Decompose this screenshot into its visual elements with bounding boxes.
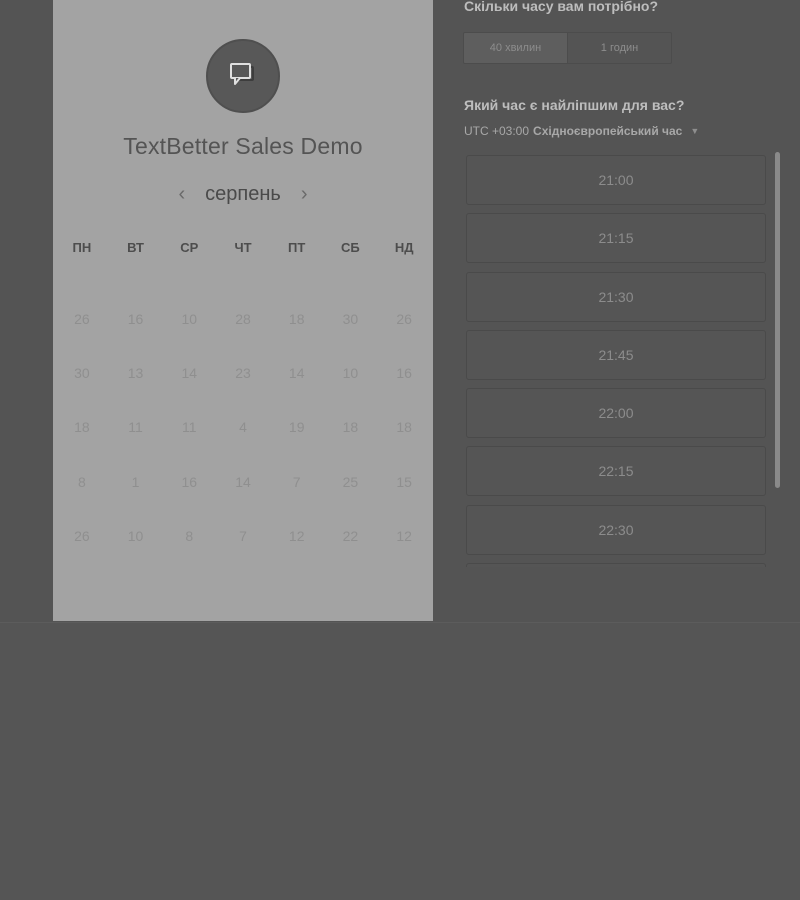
calendar-day: 15	[396, 473, 412, 490]
month-label: серпень	[205, 182, 281, 205]
calendar-day: 12	[396, 527, 412, 544]
calendar-day: 14	[181, 365, 198, 382]
weekday-sun: НД	[394, 240, 414, 255]
calendar-day: 18	[342, 419, 359, 436]
calendar-day: 26	[74, 311, 90, 328]
chat-bubble-icon	[230, 63, 254, 85]
calendar-day: 16	[127, 311, 144, 328]
time-slot[interactable]: 22:15	[466, 446, 766, 497]
calendar-day: 13	[127, 365, 144, 382]
calendar-day: 7	[239, 527, 247, 544]
time-slot[interactable]: 21:45	[466, 329, 766, 380]
calendar-day: 12	[288, 527, 305, 544]
calendar-day: 18	[74, 419, 90, 436]
time-slot[interactable]: 21:00	[466, 155, 766, 205]
calendar-day: 19	[288, 419, 305, 436]
calendar-day: 10	[127, 527, 144, 544]
weekday-fri: ПТ	[288, 240, 306, 255]
calendar-day: 16	[181, 473, 198, 490]
weekday-wed: СР	[180, 240, 199, 255]
weekday-sat: СБ	[341, 240, 360, 255]
timezone-name: Східноєвропейський час	[533, 124, 683, 138]
time-heading: Який час є найліпшим для вас?	[464, 97, 685, 113]
calendar-day: 30	[342, 311, 359, 328]
calendar-day: 10	[181, 311, 198, 328]
timezone-selector[interactable]: UTC +03:00 Східноєвропейський час ▼	[464, 124, 699, 138]
time-slot[interactable]: 22:00	[466, 388, 766, 439]
calendar-day: 4	[239, 419, 247, 436]
time-slot-list: 21:00 21:15 21:30 21:45 22:00 22:15 22:3…	[466, 155, 770, 567]
days-grid: 26 16 10 28 18 30 26 30 13 14 23 14 10 1…	[55, 292, 431, 563]
duration-selector: 40 хвилин 1 годин	[463, 32, 672, 64]
calendar-day: 26	[396, 311, 412, 328]
timezone-offset: UTC +03:00	[464, 124, 530, 138]
time-slot[interactable]: 21:15	[466, 213, 766, 264]
calendar-day: 14	[288, 365, 305, 382]
weekday-mon: ПН	[72, 240, 92, 255]
calendar-day: 23	[235, 365, 251, 382]
page: TextBetter Sales Demo ‹ серпень › ПН ВТ …	[0, 0, 800, 900]
calendar-day: 8	[185, 527, 194, 544]
calendar-day: 16	[396, 365, 412, 382]
booking-panel: Скільки часу вам потрібно? 40 хвилин 1 г…	[433, 0, 800, 621]
month-navigation: ‹ серпень ›	[53, 180, 433, 208]
prev-month-icon[interactable]: ‹	[176, 184, 187, 204]
calendar-day: 26	[74, 527, 90, 544]
weekday-tue: ВТ	[127, 240, 144, 255]
weekday-thu: ЧТ	[234, 240, 252, 255]
calendar-day: 25	[342, 473, 359, 490]
duration-option-40min[interactable]: 40 хвилин	[464, 33, 568, 63]
calendar-day: 7	[292, 473, 301, 490]
calendar-day: 11	[182, 419, 197, 436]
organizer-logo	[206, 39, 280, 113]
duration-heading: Скільки часу вам потрібно?	[464, 0, 659, 14]
calendar-day: 28	[235, 311, 251, 328]
caret-down-icon: ▼	[690, 126, 700, 136]
time-slot[interactable]	[466, 563, 766, 567]
next-month-icon[interactable]: ›	[299, 184, 310, 204]
time-slot-scrollbar[interactable]	[775, 152, 780, 488]
duration-option-1hour[interactable]: 1 годин	[568, 33, 671, 63]
calendar-day: 8	[77, 473, 86, 490]
weekday-header: ПН ВТ СР ЧТ ПТ СБ НД	[55, 240, 431, 255]
calendar-day: 30	[74, 365, 90, 382]
calendar-panel: TextBetter Sales Demo ‹ серпень › ПН ВТ …	[53, 0, 433, 621]
calendar-day: 10	[342, 365, 359, 382]
event-title: TextBetter Sales Demo	[123, 133, 363, 159]
calendar-day: 14	[235, 473, 251, 490]
time-slot[interactable]: 22:30	[466, 504, 766, 555]
calendar-day: 18	[396, 419, 412, 436]
calendar-day: 1	[131, 473, 140, 490]
time-slot[interactable]: 21:30	[466, 271, 766, 322]
calendar-day: 18	[288, 311, 305, 328]
calendar-day: 11	[128, 419, 143, 436]
calendar-day: 22	[342, 527, 359, 544]
